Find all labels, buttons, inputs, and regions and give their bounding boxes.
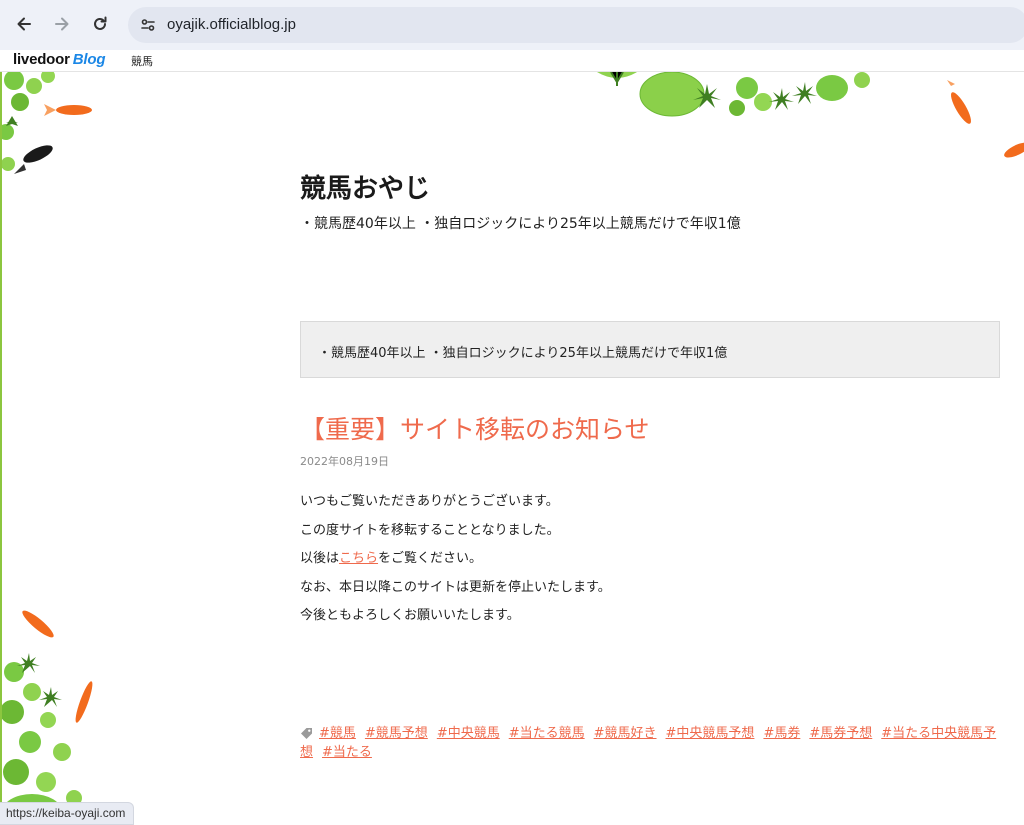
category-link[interactable]: 競馬 xyxy=(131,53,153,69)
back-button[interactable] xyxy=(11,11,37,37)
post-line: なお、本日以降このサイトは更新を停止いたします。 xyxy=(300,579,611,595)
tag-link[interactable]: #当たる競馬 xyxy=(509,726,585,741)
post-line: 今後ともよろしくお願いいたします。 xyxy=(300,608,520,623)
tag-link[interactable]: #馬券予想 xyxy=(809,726,872,741)
goldfish-icon xyxy=(75,681,93,723)
blog-title[interactable]: 競馬おやじ xyxy=(300,168,430,205)
reload-icon xyxy=(94,16,107,30)
leaf-decoration-top-center xyxy=(597,72,870,117)
browser-toolbar: oyajik.officialblog.jp xyxy=(0,0,1024,51)
black-fish-icon xyxy=(14,145,53,174)
post-text: 以後は xyxy=(300,551,340,566)
site-info-button[interactable] xyxy=(134,11,162,39)
tag-list: #競馬 #競馬予想 #中央競馬 #当たる競馬 #競馬好き #中央競馬予想 #馬券 #馬券予想 #… xyxy=(300,724,1000,762)
post-date: 2022年08月19日 xyxy=(300,455,389,468)
tag-icon xyxy=(301,728,312,739)
blog-description: ・競馬歴40年以上 ・独自ロジックにより25年以上競馬だけで年収1億 xyxy=(300,216,741,232)
leaf-decoration-bottom-left xyxy=(2,610,93,823)
post-line: いつもご覧いただきありがとうございます。 xyxy=(300,494,559,509)
tag-link[interactable]: #馬券 xyxy=(763,726,800,741)
forward-button[interactable] xyxy=(49,11,75,37)
tag-link[interactable]: #競馬 xyxy=(319,726,356,741)
logo-sub: Blog xyxy=(72,51,106,68)
tag-link[interactable]: #中央競馬予想 xyxy=(666,726,755,741)
blog-page: 競馬おやじ ・競馬歴40年以上 ・独自ロジックにより25年以上競馬だけで年収1億… xyxy=(0,72,1024,823)
tag-link[interactable]: #競馬好き xyxy=(594,726,657,741)
back-arrow-icon xyxy=(17,17,31,31)
status-bar-url: https://keiba-oyaji.com xyxy=(0,802,135,825)
kochira-link[interactable]: こちら xyxy=(339,551,378,566)
description-box-text: ・競馬歴40年以上 ・独自ロジックにより25年以上競馬だけで年収1億 xyxy=(318,346,728,361)
livedoor-bar: livedoor Blog 競馬 xyxy=(0,50,1024,72)
livedoor-blog-logo[interactable]: livedoor Blog xyxy=(13,51,105,68)
goldfish-icon xyxy=(22,610,54,638)
goldfish-icon xyxy=(947,80,971,124)
goldfish-icon xyxy=(1004,142,1024,158)
description-box: ・競馬歴40年以上 ・独自ロジックにより25年以上競馬だけで年収1億 xyxy=(300,321,1000,378)
tag-link[interactable]: #当たる xyxy=(322,745,372,760)
reload-button[interactable] xyxy=(87,11,113,37)
leaf-decoration-top-left xyxy=(2,72,92,174)
post-body: いつもご覧いただきありがとうございます。 この度サイトを移転することとなりました… xyxy=(300,492,611,635)
goldfish-icon xyxy=(44,104,92,116)
address-bar[interactable]: oyajik.officialblog.jp xyxy=(128,7,1024,43)
goldfish-decoration-top-right xyxy=(947,80,1024,158)
logo-main: livedoor xyxy=(13,51,70,68)
forward-arrow-icon xyxy=(55,17,69,31)
tag-link[interactable]: #競馬予想 xyxy=(365,726,428,741)
post-text: をご覧ください。 xyxy=(378,551,483,566)
site-info-icon xyxy=(141,19,155,31)
post-line: この度サイトを移転することとなりました。 xyxy=(300,522,560,538)
tag-link[interactable]: #中央競馬 xyxy=(437,726,500,741)
url-text[interactable]: oyajik.officialblog.jp xyxy=(167,16,296,33)
post-line: 以後はこちらをご覧ください。 xyxy=(300,549,611,578)
post-title[interactable]: 【重要】サイト移転のお知らせ xyxy=(300,410,650,446)
